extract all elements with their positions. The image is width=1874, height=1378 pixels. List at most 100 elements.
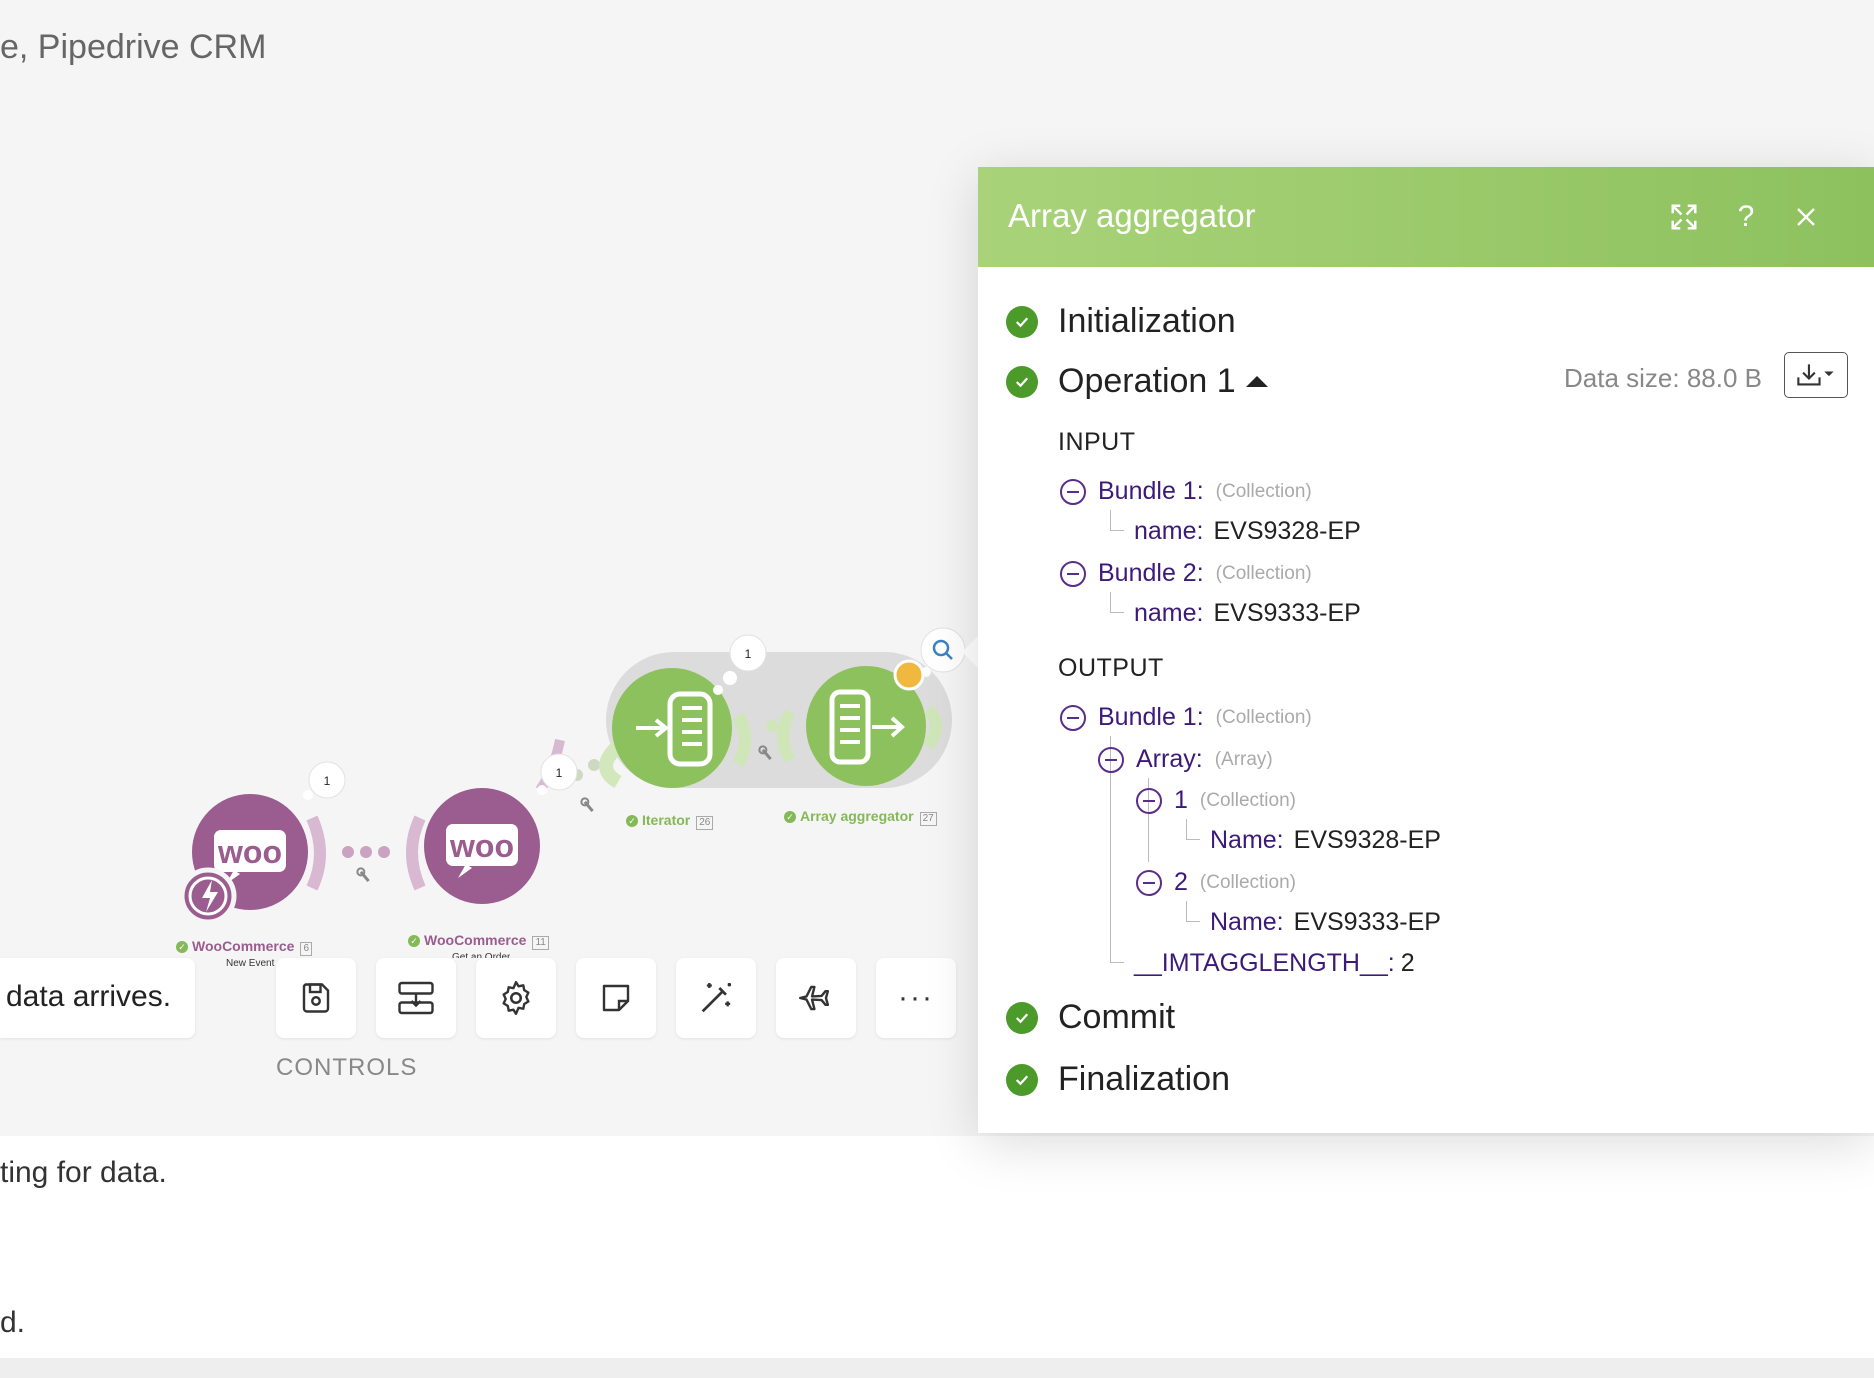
tree-node[interactable]: Bundle 1: (Collection) — [1060, 477, 1312, 506]
tree-line — [1110, 510, 1111, 530]
step-label: Finalization — [1058, 1060, 1230, 1098]
tree-node[interactable]: Bundle 1: (Collection) — [1060, 703, 1312, 732]
tree-key: Array: — [1136, 745, 1203, 773]
node-label: ✓ Iterator 26 — [626, 812, 714, 830]
scheduling-button[interactable] — [376, 958, 456, 1038]
tree-type: (Collection) — [1215, 562, 1312, 584]
step-label: Initialization — [1058, 302, 1236, 340]
explain-flow-button[interactable] — [776, 958, 856, 1038]
tree-key: Name: — [1210, 826, 1284, 854]
step-label: Operation 1 — [1058, 362, 1236, 400]
tree-node[interactable]: Bundle 2: (Collection) — [1060, 559, 1312, 588]
check-circle-icon — [1006, 305, 1038, 338]
tree-line — [1186, 901, 1187, 921]
tree-type: (Array) — [1214, 748, 1273, 770]
tree-leaf: __IMTAGGLENGTH__: 2 — [1134, 949, 1415, 978]
expand-button[interactable] — [1660, 193, 1708, 241]
tree-line — [1110, 612, 1124, 613]
collapse-icon[interactable] — [1136, 787, 1162, 814]
step-finalization[interactable]: Finalization — [1006, 1060, 1230, 1099]
close-icon — [1797, 208, 1815, 226]
node-name: Array aggregator — [800, 808, 914, 824]
notes-button[interactable] — [576, 958, 656, 1038]
airplane-icon — [798, 985, 830, 1011]
tree-key: Bundle 2: — [1098, 559, 1204, 587]
caret-up-icon[interactable] — [1245, 376, 1268, 387]
tree-key: 2 — [1174, 868, 1188, 896]
tree-leaf: name: EVS9328-EP — [1134, 517, 1361, 546]
log-line: ting for data. — [0, 1156, 167, 1189]
node-name: WooCommerce — [192, 938, 295, 954]
log-line: d. — [0, 1306, 26, 1339]
more-button[interactable]: ··· — [876, 958, 956, 1038]
close-button[interactable] — [1782, 193, 1830, 241]
tree-line — [1186, 921, 1200, 922]
gear-icon — [502, 980, 530, 1016]
collapse-icon[interactable] — [1060, 704, 1086, 731]
output-section-title: OUTPUT — [1058, 654, 1164, 682]
info-text: data arrives. — [6, 980, 172, 1013]
svg-text:woo: woo — [217, 834, 282, 870]
download-button[interactable] — [1784, 352, 1848, 398]
node-subtitle: New Event — [226, 958, 275, 969]
info-box: data arrives. — [0, 958, 195, 1038]
collapse-icon[interactable] — [1136, 869, 1162, 896]
node-number: 26 — [696, 816, 714, 830]
tree-value: 2 — [1400, 949, 1415, 977]
wrench-icon — [580, 797, 594, 813]
tree-type: (Collection) — [1215, 706, 1312, 728]
auto-align-button[interactable] — [676, 958, 756, 1038]
tree-node[interactable]: Array: (Array) — [1098, 745, 1273, 774]
node-label: ✓ WooCommerce 6 — [176, 938, 312, 956]
tree-node[interactable]: 2 (Collection) — [1136, 868, 1296, 897]
help-button[interactable]: ? — [1722, 193, 1770, 241]
check-circle-icon — [1006, 1001, 1038, 1034]
tree-key: Bundle 1: — [1098, 477, 1204, 505]
step-label: Commit — [1058, 998, 1176, 1036]
collapse-icon[interactable] — [1060, 560, 1086, 587]
node-number: 27 — [919, 812, 937, 826]
help-icon: ? — [1737, 200, 1755, 233]
execution-log: ting for data. d. — [0, 1136, 1874, 1358]
tree-line — [1186, 819, 1187, 839]
tree-type: (Collection) — [1215, 480, 1312, 502]
svg-text:1: 1 — [556, 766, 563, 780]
node-number: 6 — [300, 942, 312, 956]
data-size: Data size: 88.0 B — [1564, 363, 1762, 393]
tree-line — [1110, 962, 1124, 963]
magic-wand-icon — [701, 983, 731, 1013]
check-circle-icon — [1006, 1063, 1038, 1096]
tree-value: EVS9328-EP — [1213, 517, 1361, 545]
step-commit[interactable]: Commit — [1006, 998, 1175, 1037]
tree-value: EVS9328-EP — [1293, 826, 1441, 854]
download-icon — [1797, 364, 1834, 386]
svg-text:1: 1 — [324, 774, 331, 788]
node-name: Iterator — [642, 812, 691, 828]
tree-key: Name: — [1210, 908, 1284, 936]
tree-line — [1186, 839, 1200, 840]
svg-text:woo: woo — [449, 828, 514, 864]
note-icon — [602, 984, 630, 1012]
tree-leaf: name: EVS9333-EP — [1134, 599, 1361, 628]
step-initialization[interactable]: Initialization — [1006, 302, 1236, 341]
panel-title: Array aggregator — [1008, 197, 1256, 234]
collapse-icon[interactable] — [1060, 478, 1086, 505]
panel-pointer — [962, 636, 978, 668]
tree-type: (Collection) — [1199, 871, 1296, 893]
step-operation-1[interactable]: Operation 1 — [1006, 362, 1268, 401]
save-button[interactable] — [276, 958, 356, 1038]
expand-icon — [1671, 204, 1697, 230]
tree-leaf: Name: EVS9333-EP — [1210, 908, 1441, 937]
input-section-title: INPUT — [1058, 428, 1136, 456]
settings-button[interactable] — [476, 958, 556, 1038]
warning-badge — [893, 659, 925, 691]
check-circle-icon — [1006, 365, 1038, 398]
svg-text:1: 1 — [745, 647, 752, 661]
tree-type: (Collection) — [1199, 789, 1296, 811]
woocommerce-trigger-module: woo — [179, 794, 308, 925]
inspect-bubble — [920, 627, 966, 677]
tree-key: 1 — [1174, 786, 1188, 814]
tree-node[interactable]: 1 (Collection) — [1136, 786, 1296, 815]
operation-bubble: 1 — [303, 761, 346, 800]
collapse-icon[interactable] — [1098, 746, 1124, 773]
